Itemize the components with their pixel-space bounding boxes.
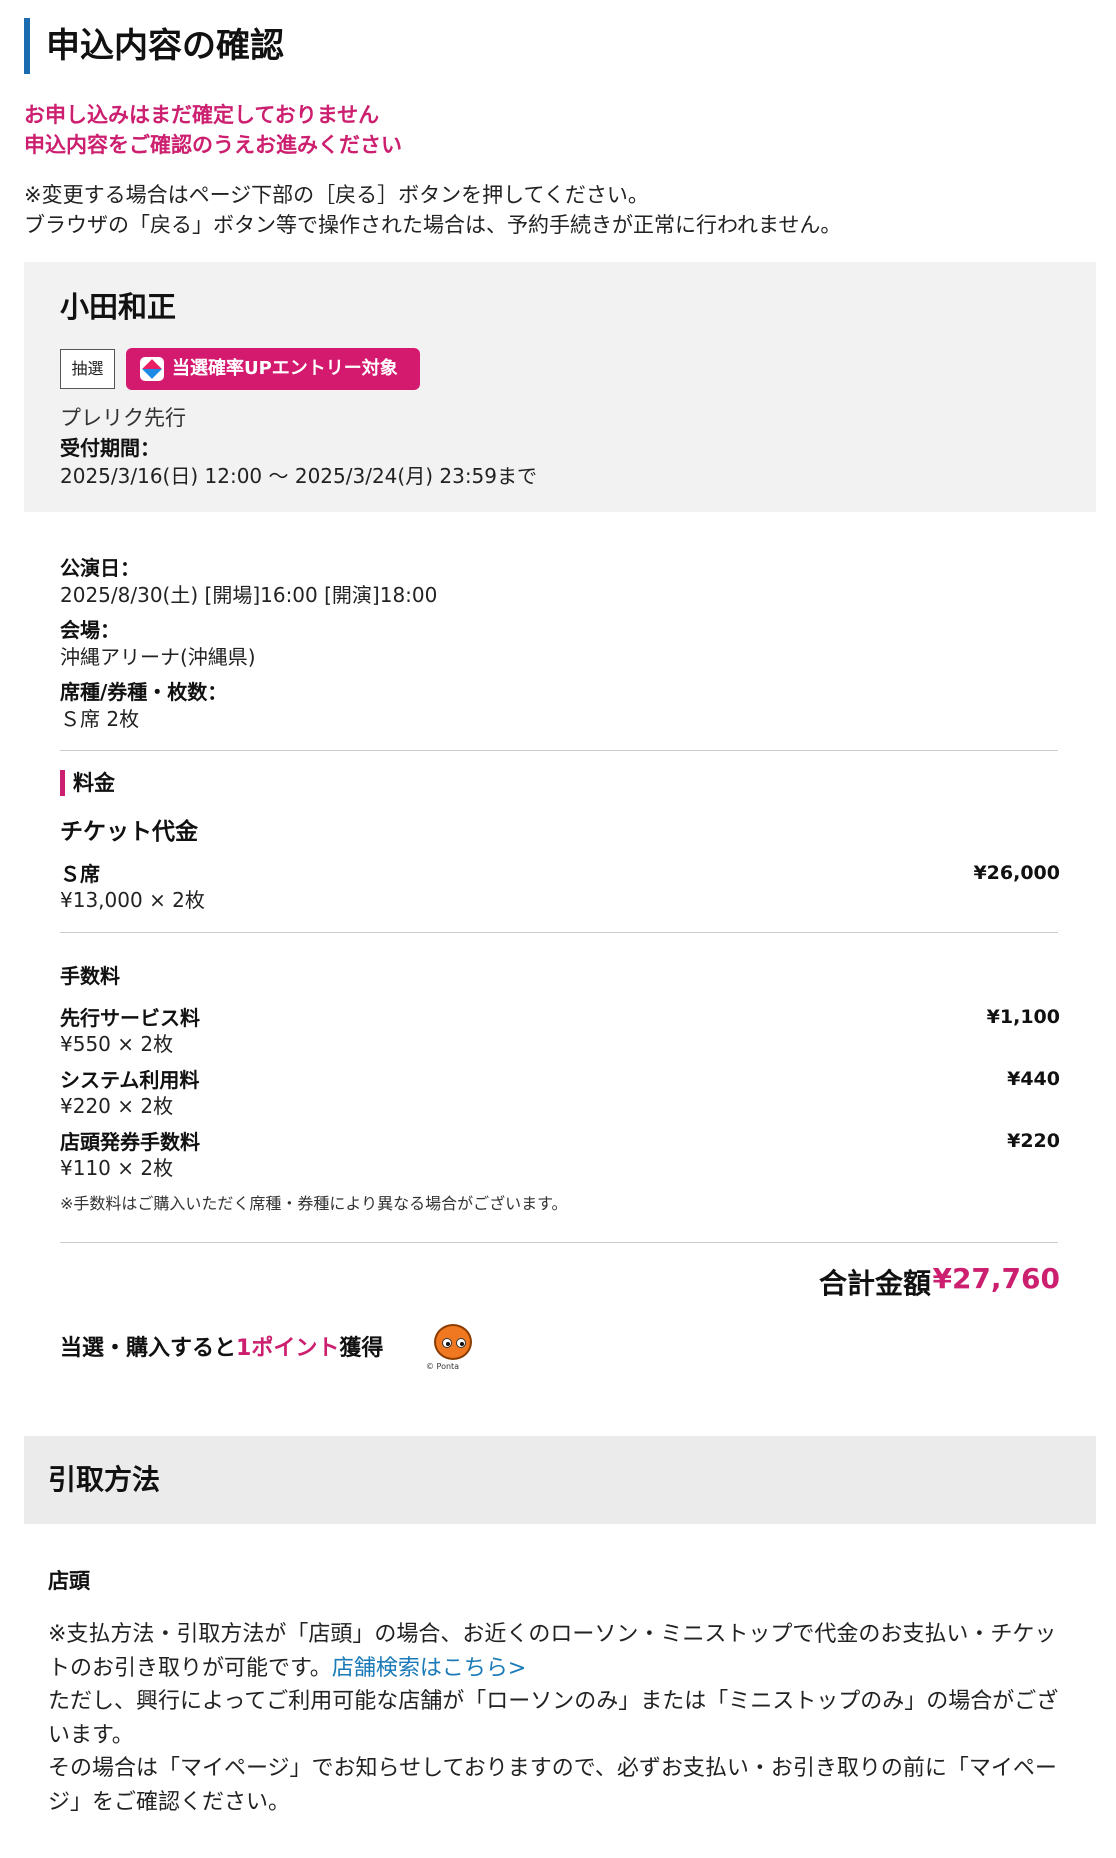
fee-heading: 手数料 <box>60 964 120 988</box>
sale-name: プレリク先行 <box>60 406 186 430</box>
ponta-icon: © Ponta <box>426 1322 476 1371</box>
artist-name: 小田和正 <box>60 290 177 324</box>
pickup-method-header: 引取方法 <box>24 1436 1096 1524</box>
entry-logo-icon <box>140 357 164 381</box>
ponta-eye <box>456 1338 466 1348</box>
fee-amount: ¥220 <box>1007 1130 1060 1152</box>
points-prefix: 当選・購入すると <box>60 1336 237 1361</box>
fee-unit-price: ¥220 × 2枚 <box>60 1094 174 1118</box>
venue-label: 会場： <box>60 618 120 642</box>
points-value: 1ポイント <box>236 1336 340 1361</box>
total-amount: ¥27,760 <box>932 1262 1060 1295</box>
performance-summary: 小田和正 抽選 当選確率UPエントリー対象 プレリク先行 受付期間： 2025/… <box>24 262 1096 512</box>
price-section-label: 料金 <box>60 770 115 796</box>
fee-name: システム利用料 <box>60 1068 200 1092</box>
points-info: 当選・購入すると1ポイント獲得 <box>60 1330 383 1362</box>
divider <box>60 1242 1058 1243</box>
fee-name: 先行サービス料 <box>60 1006 200 1030</box>
warning-message: お申し込みはまだ確定しておりません 申込内容をご確認のうえお進みください <box>24 100 402 160</box>
ticket-unit-price: ¥13,000 × 2枚 <box>60 888 205 912</box>
store-text-3: その場合は「マイページ」でお知らせしておりますので、必ずお支払い・お引き取りの前… <box>48 1756 1057 1815</box>
confirmation-page: 申込内容の確認 お申し込みはまだ確定しておりません 申込内容をご確認のうえお進み… <box>0 0 1116 1858</box>
store-pickup-label: 店頭 <box>48 1569 90 1593</box>
fee-amount: ¥1,100 <box>986 1006 1060 1028</box>
fee-unit-price: ¥110 × 2枚 <box>60 1156 174 1180</box>
pickup-method-title: 引取方法 <box>48 1463 161 1496</box>
win-rate-up-label: 当選確率UPエントリー対象 <box>172 358 398 379</box>
lottery-badge: 抽選 <box>60 349 115 389</box>
store-text-1: ※支払方法・引取方法が「店頭」の場合、お近くのローソン・ミニストップで代金のお支… <box>48 1622 1057 1681</box>
venue-value: 沖縄アリーナ(沖縄県) <box>60 645 256 669</box>
date-label: 公演日： <box>60 556 140 580</box>
notice-line-2: ブラウザの「戻る」ボタン等で操作された場合は、予約手続きが正常に行われません。 <box>24 213 842 237</box>
warning-line-2: 申込内容をご確認のうえお進みください <box>24 133 402 157</box>
points-suffix: 獲得 <box>339 1336 384 1361</box>
divider <box>60 750 1058 751</box>
divider <box>60 932 1058 933</box>
seat-value: Ｓ席 2枚 <box>60 707 140 731</box>
fee-name: 店頭発券手数料 <box>60 1130 200 1154</box>
ticket-amount: ¥26,000 <box>973 862 1060 884</box>
ponta-copyright: © Ponta <box>426 1362 460 1371</box>
fee-amount: ¥440 <box>1007 1068 1060 1090</box>
win-rate-up-badge: 当選確率UPエントリー対象 <box>126 348 420 390</box>
ponta-face <box>434 1324 472 1360</box>
ticket-seat-name: Ｓ席 <box>60 862 100 886</box>
store-search-link[interactable]: 店舗検索はこちら> <box>332 1656 526 1681</box>
seat-label: 席種/券種・枚数： <box>60 680 228 704</box>
fee-unit-price: ¥550 × 2枚 <box>60 1032 174 1056</box>
warning-line-1: お申し込みはまだ確定しておりません <box>24 103 380 127</box>
total-label: 合計金額 <box>818 1267 931 1300</box>
back-button-notice: ※変更する場合はページ下部の［戻る］ボタンを押してください。 ブラウザの「戻る」… <box>24 180 841 240</box>
ticket-price-heading: チケット代金 <box>60 819 198 845</box>
notice-line-1: ※変更する場合はページ下部の［戻る］ボタンを押してください。 <box>24 183 649 207</box>
ponta-eye <box>442 1338 452 1348</box>
fee-note: ※手数料はご購入いただく席種・券種により異なる場合がございます。 <box>60 1194 568 1213</box>
page-title: 申込内容の確認 <box>24 18 284 74</box>
period-label: 受付期間： <box>60 436 160 460</box>
store-text-2: ただし、興行によってご利用可能な店舗が「ローソンのみ」または「ミニストップのみ」… <box>48 1689 1059 1748</box>
store-pickup-description: ※支払方法・引取方法が「店頭」の場合、お近くのローソン・ミニストップで代金のお支… <box>48 1618 1078 1819</box>
date-value: 2025/8/30(土) [開場]16:00 [開演]18:00 <box>60 583 438 607</box>
period-value: 2025/3/16(日) 12:00 〜 2025/3/24(月) 23:59ま… <box>60 464 538 488</box>
